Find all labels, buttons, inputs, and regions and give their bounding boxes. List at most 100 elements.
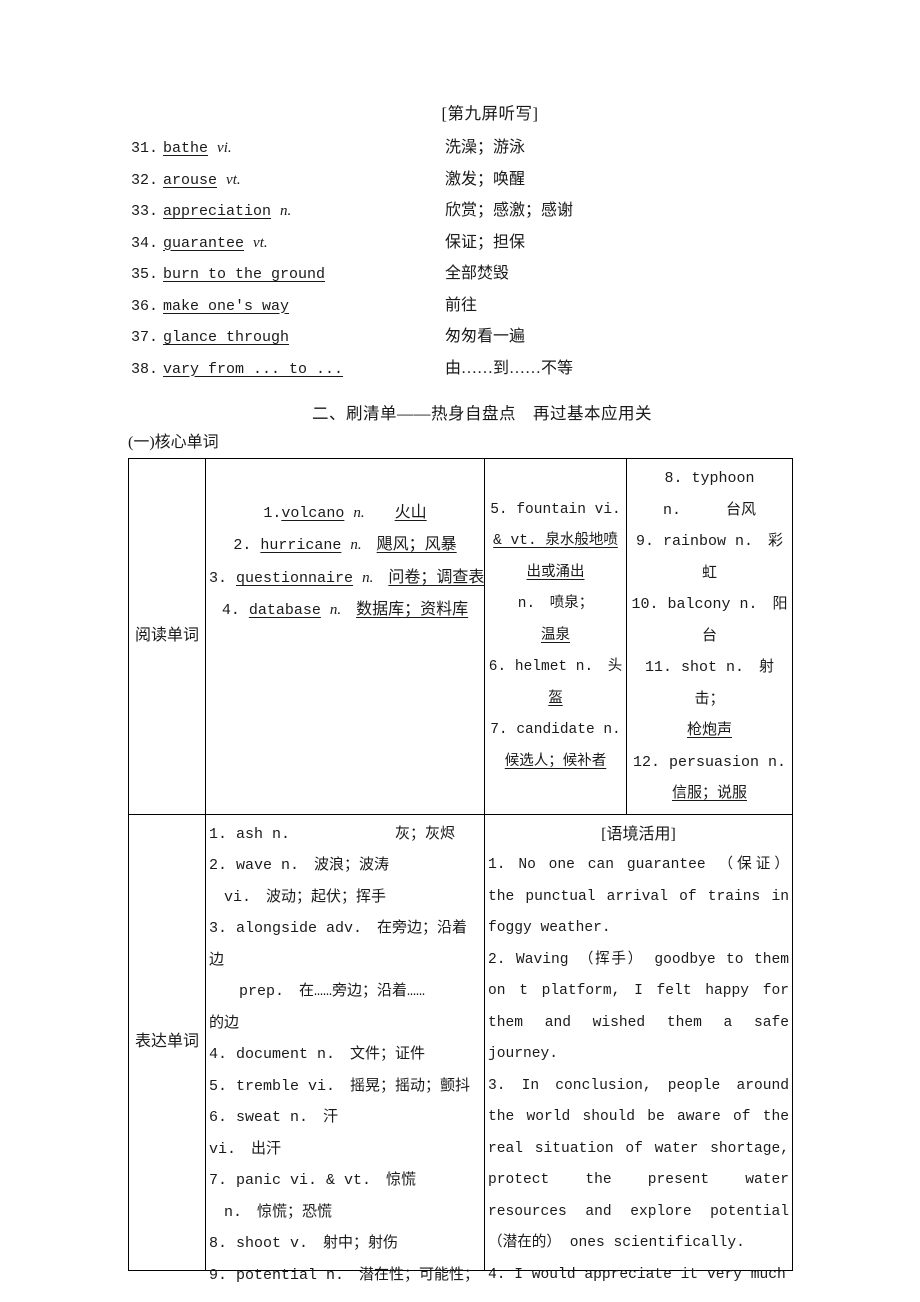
reading-words-list-2: 5. fountain vi. & vt. 泉水般地喷 出或涌出 n. 喷泉； … xyxy=(485,491,626,783)
entry-meaning: 数据库；资料库 xyxy=(356,601,469,619)
usage-sentence: 3. In conclusion, people around the worl… xyxy=(488,1077,789,1252)
dictation-word: glance through xyxy=(163,329,290,346)
dictation-row: 38. vary from ... to ... 由……到……不等 xyxy=(128,354,792,386)
dictation-number: 32. xyxy=(130,171,158,189)
dictation-term: 38. vary from ... to ... xyxy=(128,361,445,378)
vocab-line: 的边 xyxy=(209,1014,240,1032)
vocab-line: 9. potential n. 潜在性；可能性； xyxy=(209,1266,480,1284)
dictation-pos: vt. xyxy=(253,234,268,251)
dictation-term: 32. arouse vt. xyxy=(128,172,445,189)
vocab-line: vi. 波动；起伏；挥手 xyxy=(209,888,387,906)
dictation-number: 37. xyxy=(130,329,158,346)
dictation-row: 32. arouse vt. 激发；唤醒 xyxy=(128,165,792,197)
dictation-number: 34. xyxy=(130,234,158,252)
vocab-line: 3. alongside adv. 在旁边；沿着边 xyxy=(209,920,468,969)
dictation-meaning: 匆匆看一遍 xyxy=(445,328,526,345)
dictation-meaning: 洗澡；游泳 xyxy=(445,139,526,156)
dictation-meaning: 由……到……不等 xyxy=(445,359,574,377)
vocab-line: 10. balcony n. 阳台 xyxy=(631,596,788,645)
vocab-line: 6. sweat n. 汗 xyxy=(209,1109,339,1126)
vocab-line: 8. typhoon xyxy=(664,470,755,487)
dictation-meaning: 全部焚毁 xyxy=(445,265,510,282)
table-row: 阅读单词 1.volcano n. 火山 2. hurricane n. 飓风；… xyxy=(128,458,793,815)
dictation-word: vary from ... to ... xyxy=(163,360,344,378)
vocab-entry: 1.volcano n. 火山 xyxy=(209,497,481,530)
vocab-line: 2. wave n. 波浪；波涛 xyxy=(209,857,390,874)
dictation-number: 31. xyxy=(130,140,158,157)
vocab-line: 7. candidate n. xyxy=(490,722,621,738)
entry-word: questionnaire xyxy=(236,569,354,587)
vocab-line: 7. panic vi. & vt. 惊慌 xyxy=(209,1172,417,1189)
vocab-entry: 2. hurricane n. 飓风；风暴 xyxy=(209,529,481,562)
usage-cell: [语境活用] 1. No one can guarantee （保证） the … xyxy=(484,813,793,1283)
reading-words-list: 1.volcano n. 火山 2. hurricane n. 飓风；风暴 3.… xyxy=(206,493,484,780)
dictation-word: appreciation xyxy=(163,203,272,220)
row-label-text: 表达单词 xyxy=(134,1033,199,1050)
dictation-meaning: 前往 xyxy=(445,296,478,314)
vocab-line: & vt. 泉水般地喷 xyxy=(493,533,618,549)
row-label-expression: 表达单词 xyxy=(128,813,206,1271)
vocab-line: 温泉 xyxy=(541,627,570,644)
reading-words-cell-3: 8. typhoon n. 台风 9. rainbow n. 彩虹 10. ba… xyxy=(626,458,793,815)
entry-pos: n. xyxy=(350,537,362,554)
vocab-line: 9. rainbow n. 彩虹 xyxy=(635,533,784,582)
entry-pos: n. xyxy=(329,602,342,619)
dictation-meaning: 保证；担保 xyxy=(445,233,526,251)
dictation-meaning: 激发；唤醒 xyxy=(445,170,526,188)
dictation-pos: vt. xyxy=(226,171,241,188)
reading-words-cell-2: 5. fountain vi. & vt. 泉水般地喷 出或涌出 n. 喷泉； … xyxy=(484,458,627,815)
expression-words-cell: 1. ash n. 灰；灰烬 2. wave n. 波浪；波涛 vi. 波动；起… xyxy=(205,813,485,1284)
dictation-term: 37. glance through xyxy=(128,329,445,346)
dictation-section: [第九屏听写] 31. bathe vi. 洗澡；游泳 32. arouse vt.… xyxy=(128,100,792,385)
dictation-row: 35. burn to the ground 全部焚毁 xyxy=(128,259,792,291)
entry-meaning: 问卷；调查表 xyxy=(388,568,485,586)
usage-list: [语境活用] 1. No one can guarantee （保证） the … xyxy=(485,815,792,1283)
vocab-line: 候选人；候补者 xyxy=(504,753,607,770)
usage-sentence: 4. I would appreciate it very much if xyxy=(488,1266,789,1283)
reading-words-cell: 1.volcano n. 火山 2. hurricane n. 飓风；风暴 3.… xyxy=(205,458,485,815)
dictation-term: 36. make one's way xyxy=(128,298,445,315)
entry-pos: n. xyxy=(353,504,365,521)
usage-title: [语境活用] xyxy=(601,825,676,843)
dictation-title: [第九屏听写] xyxy=(441,104,539,123)
vocab-line: n. 台风 xyxy=(662,501,756,519)
vocab-line: 6. helmet n. 头 xyxy=(488,659,623,675)
vocab-line: 4. document n. 文件；证件 xyxy=(209,1046,426,1063)
dictation-term: 33. appreciation n. xyxy=(128,203,445,220)
dictation-term: 31. bathe vi. xyxy=(128,140,445,157)
vocab-line: 12. persuasion n. xyxy=(632,753,787,771)
table-row: 表达单词 1. ash n. 灰；灰烬 2. wave n. 波浪；波涛 vi.… xyxy=(128,813,793,1284)
entry-number: 4. xyxy=(221,602,240,620)
dictation-row: 34. guarantee vt. 保证；担保 xyxy=(128,228,792,260)
dictation-meaning: 欣赏；感激；感谢 xyxy=(445,202,574,219)
entry-word: volcano xyxy=(281,504,345,522)
entry-number: 2. xyxy=(233,537,252,555)
dictation-term: 34. guarantee vt. xyxy=(128,235,445,252)
entry-meaning: 火山 xyxy=(394,503,427,521)
vocab-entry: 3. questionnaire n. 问卷；调查表 xyxy=(209,562,485,595)
dictation-term: 35. burn to the ground xyxy=(128,266,445,283)
row-label-reading: 阅读单词 xyxy=(128,458,206,815)
dictation-number: 35. xyxy=(130,266,158,283)
vocab-line: n. 惊慌；恐慌 xyxy=(209,1203,333,1221)
vocab-line: 枪炮声 xyxy=(686,722,732,739)
entry-meaning: 飓风；风暴 xyxy=(376,536,457,554)
dictation-row: 33. appreciation n. 欣赏；感激；感谢 xyxy=(128,196,792,228)
vocab-line: 出或涌出 xyxy=(526,564,585,581)
dictation-pos: n. xyxy=(280,203,292,219)
usage-sentence: 2. Waving （挥手） goodbye to them on t plat… xyxy=(488,951,789,1063)
dictation-word: arouse xyxy=(163,171,218,189)
vocab-line: 11. shot n. 射击； xyxy=(644,659,775,708)
entry-number: 3. xyxy=(209,569,228,587)
usage-sentence: 1. No one can guarantee （保证） the punctua… xyxy=(488,857,789,936)
document-page: [第九屏听写] 31. bathe vi. 洗澡；游泳 32. arouse vt.… xyxy=(0,0,920,1302)
dictation-row: 37. glance through 匆匆看一遍 xyxy=(128,322,792,354)
vocabulary-table: 阅读单词 1.volcano n. 火山 2. hurricane n. 飓风；… xyxy=(128,458,793,1284)
vocab-line: 5. tremble vi. 摇晃；摇动；颤抖 xyxy=(209,1077,471,1095)
vocab-line: 8. shoot v. 射中；射伤 xyxy=(209,1235,399,1252)
vocab-line: n. 喷泉； xyxy=(517,596,594,612)
dictation-number: 36. xyxy=(130,297,158,315)
entry-pos: n. xyxy=(362,569,374,586)
vocab-line: 信服；说服 xyxy=(671,785,747,802)
dictation-word: burn to the ground xyxy=(163,266,326,283)
